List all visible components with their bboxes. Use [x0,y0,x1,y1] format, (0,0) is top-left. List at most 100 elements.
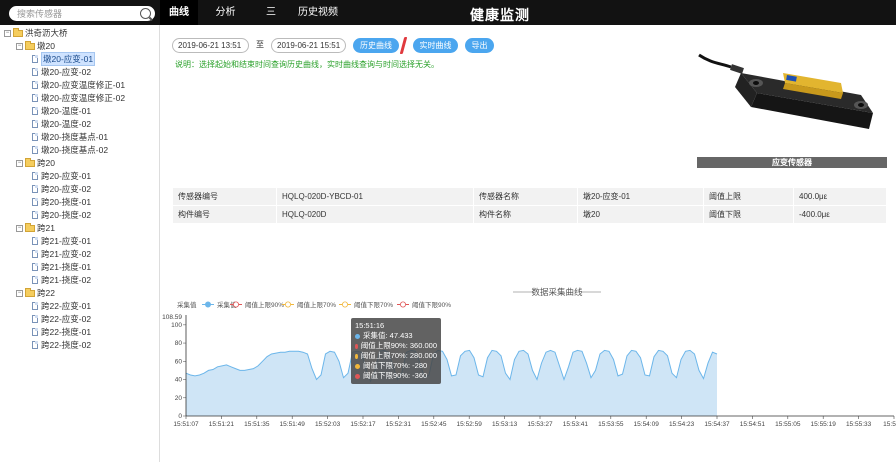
x-tick-label: 15:55:19 [811,421,837,428]
end-time-field[interactable]: 2019-06-21 15:51 [271,38,346,53]
tree-item-group[interactable]: − 墩20 [16,40,55,52]
tree-item-label: 跨21-挠度-01 [41,262,92,272]
search-input[interactable] [17,7,135,20]
y-tick-label: 40 [175,377,183,384]
file-icon [32,146,38,154]
tree-item-label: 跨22-挠度-02 [41,340,92,350]
tree-item-group[interactable]: − 跨21 [16,222,55,234]
tooltip-row: 采集值: 47.433 [355,331,437,341]
table-row: 传感器编号 HQLQ-020D-YBCD-01 传感器名称 墩20-应变-01 … [172,187,887,206]
tree-item-label: 跨21 [37,223,55,233]
tree-item-label: 墩20-应变-02 [41,67,92,77]
tooltip-dot-icon [355,343,358,349]
legend-series-label: 采集值 [177,300,197,309]
tree-item-sensor[interactable]: 墩20-温度-02 [32,118,91,130]
table-cell: 构件编号 [172,205,277,224]
legend-marker [399,301,406,308]
sensor-info-table: 传感器编号 HQLQ-020D-YBCD-01 传感器名称 墩20-应变-01 … [172,187,887,224]
tree-item-sensor[interactable]: 跨21-应变-01 [32,235,91,247]
table-cell: -400.0με [793,205,887,224]
tree-item-label: 跨21-应变-01 [41,236,92,246]
legend-label: 阈值下限70% [354,300,393,309]
table-cell: 构件名称 [473,205,578,224]
tree-item-label: 墩20-挠度基点-02 [41,145,109,155]
collapse-toggle-icon[interactable]: − [16,289,23,297]
start-time-field[interactable]: 2019-06-21 13:51 [172,38,249,53]
tree-item-sensor[interactable]: 跨21-挠度-01 [32,261,91,273]
tree-item-sensor[interactable]: 墩20-挠度基点-01 [32,131,108,143]
tree-item-sensor[interactable]: 跨22-挠度-02 [32,339,91,351]
table-cell: 400.0με [793,187,887,206]
tab-analysis[interactable]: 分析 [198,0,253,25]
search-icon[interactable] [140,8,151,19]
top-bar: 曲线 分析 三维 历史视频 健康监测 [0,0,896,44]
realtime-curve-button[interactable]: 实时曲线 [413,38,458,53]
table-cell: 墩20 [577,205,704,224]
tab-3d[interactable]: 三维 [253,0,289,44]
legend-marker [205,301,212,308]
x-tick-label: 15:52:17 [350,421,376,428]
legend-label: 阈值上限70% [297,300,336,309]
table-cell: 传感器编号 [172,187,277,206]
tooltip-row-label: 阈值下限70%: -280 [363,361,428,370]
tab-history-video[interactable]: 历史视频 [289,0,347,25]
sensor-search[interactable] [9,6,155,21]
tree-item-sensor[interactable]: 墩20-应变温度修正-02 [32,92,125,104]
tree-item-group[interactable]: − 洪奇沥大桥 [4,27,68,39]
file-icon [32,107,38,115]
tree-item-sensor[interactable]: 跨20-挠度-01 [32,196,91,208]
tree-item-label: 墩20-温度-02 [41,119,92,129]
tree-item-label: 跨20-挠度-01 [41,197,92,207]
tooltip-dot-icon [355,333,360,339]
collapse-toggle-icon[interactable]: − [16,42,23,50]
x-tick-label: 15:54:37 [704,421,730,428]
chart-canvas[interactable]: 数据采集曲线采集值 采集值 阈值上限90% 阈值上限70% 阈值下限70% 阈值下限90%… [161,279,896,462]
tree-item-sensor[interactable]: 跨22-应变-02 [32,313,91,325]
collapse-toggle-icon[interactable]: − [16,159,23,167]
tree-item-sensor[interactable]: 墩20-应变温度修正-01 [32,79,125,91]
export-button[interactable]: 导出 [465,38,494,53]
tree-item-sensor[interactable]: 跨21-挠度-02 [32,274,91,286]
tree-item-sensor[interactable]: 跨20-应变-01 [32,170,91,182]
tree-item-sensor[interactable]: 跨22-应变-01 [32,300,91,312]
tree-item-sensor[interactable]: 跨20-应变-02 [32,183,91,195]
file-icon [32,315,38,323]
folder-icon [25,40,35,50]
x-tick-label: 15:55:05 [775,421,801,428]
tree-item-label: 跨21-挠度-02 [41,275,92,285]
legend-marker [285,301,292,308]
collapse-toggle-icon[interactable]: − [16,224,23,232]
history-curve-button[interactable]: 历史曲线 [353,38,399,53]
tree-item-group[interactable]: − 跨22 [16,287,55,299]
tab-curve[interactable]: 曲线 [160,0,198,25]
tree-item-label: 墩20-应变-01 [41,52,96,66]
x-tick-label: 15:51:21 [209,421,235,428]
collapse-toggle-icon[interactable]: − [4,29,11,37]
data-chart[interactable]: 数据采集曲线 采集值 采集值 阈值上限90% 阈值上限70% 阈值下限70% 阈值下限90%… [161,279,896,462]
tree-item-sensor[interactable]: 墩20-应变-01 [32,52,96,66]
instructions-note: 说明：选择起始和结束时间查询历史曲线，实时曲线查询与时间选择无关。 [175,60,439,69]
tree-item-sensor[interactable]: 跨22-挠度-01 [32,326,91,338]
tooltip-time: 15:51:16 [355,321,385,330]
file-icon [32,81,38,89]
x-tick-label: 15:55:4 [883,421,896,428]
tree-item-sensor[interactable]: 墩20-应变-02 [32,66,91,78]
file-icon [32,120,38,128]
file-icon [32,302,38,310]
tree-item-sensor[interactable]: 跨20-挠度-02 [32,209,91,221]
file-icon [32,276,38,284]
legend-marker [233,301,240,308]
tooltip-row: 阈值下限90%: -360 [355,371,437,381]
x-tick-label: 15:52:45 [421,421,447,428]
x-tick-label: 15:54:09 [634,421,660,428]
x-tick-label: 15:53:41 [563,421,589,428]
tree-item-sensor[interactable]: 跨21-应变-02 [32,248,91,260]
y-tick-label: 100 [171,322,182,329]
tree-item-group[interactable]: − 跨20 [16,157,55,169]
tree-item-label: 跨22-应变-02 [41,314,92,324]
x-tick-label: 15:52:03 [315,421,341,428]
tooltip-row-label: 阈值下限90%: -360 [363,371,428,380]
tree-item-sensor[interactable]: 墩20-温度-01 [32,105,91,117]
tooltip-row: 阈值上限70%: 280.000 [355,351,437,361]
tree-item-sensor[interactable]: 墩20-挠度基点-02 [32,144,108,156]
